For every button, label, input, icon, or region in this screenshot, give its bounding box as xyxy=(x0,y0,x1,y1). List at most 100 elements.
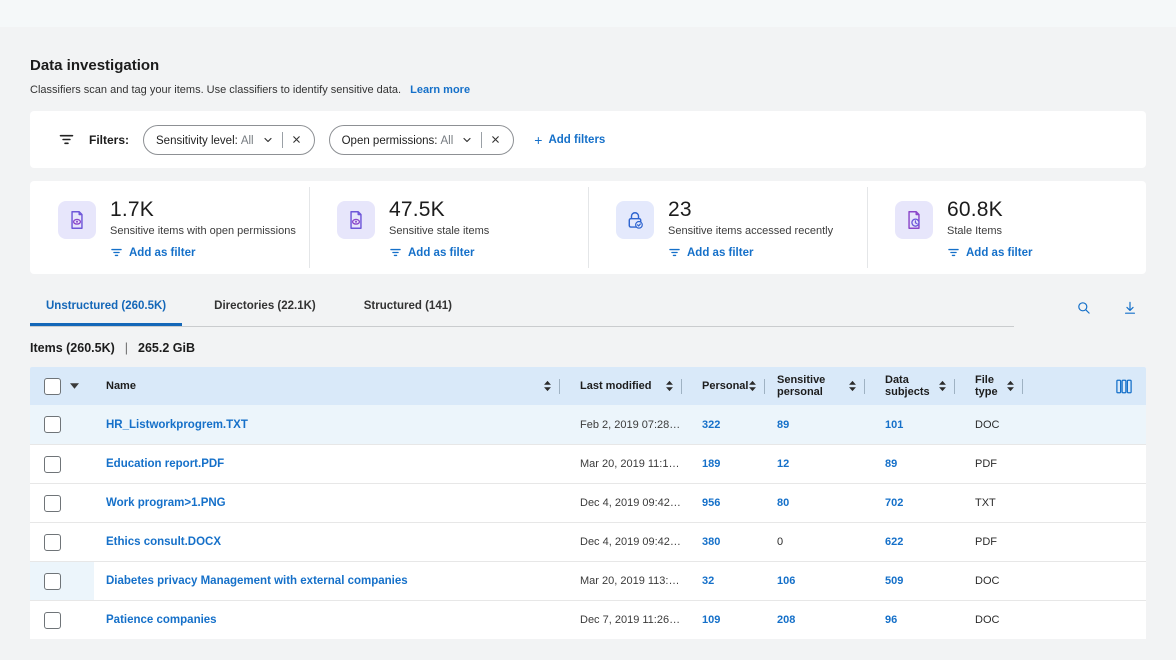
sensitive-count-link[interactable]: 80 xyxy=(777,497,789,509)
plus-icon: + xyxy=(534,132,542,148)
file-type-cell: TXT xyxy=(963,497,1031,509)
sort-icon[interactable] xyxy=(665,380,674,392)
table-row[interactable]: Ethics consult.DOCX Dec 4, 2019 09:42 PM… xyxy=(30,522,1146,561)
filter-chip-sensitivity[interactable]: Sensitivity level:All xyxy=(143,125,315,155)
sensitive-count-link[interactable]: 89 xyxy=(777,419,789,431)
column-divider xyxy=(864,379,865,394)
header-checkbox-cell xyxy=(30,367,94,405)
row-checkbox[interactable] xyxy=(44,456,61,473)
sensitive-count-link[interactable]: 106 xyxy=(777,575,795,587)
filters-label: Filters: xyxy=(89,133,129,147)
data-subjects-link[interactable]: 509 xyxy=(885,575,903,587)
column-header-file-type[interactable]: File type xyxy=(963,367,1031,405)
sensitive-count-link[interactable]: 12 xyxy=(777,458,789,470)
lock-check-icon xyxy=(616,201,654,239)
table-row[interactable]: Work program>1.PNG Dec 4, 2019 09:42 PM … xyxy=(30,483,1146,522)
column-header-name[interactable]: Name xyxy=(94,367,568,405)
tab-unstructured[interactable]: Unstructured (260.5K) xyxy=(30,288,182,326)
sort-icon[interactable] xyxy=(543,380,552,392)
sensitive-document-icon xyxy=(337,201,375,239)
row-checkbox[interactable] xyxy=(44,534,61,551)
last-modified-cell: Dec 7, 2019 11:26 PM xyxy=(568,614,690,626)
last-modified-cell: Dec 4, 2019 09:42 PM xyxy=(568,536,690,548)
chip-value: All xyxy=(241,135,254,147)
personal-count-link[interactable]: 956 xyxy=(702,497,720,509)
stat-label: Sensitive items accessed recently xyxy=(668,225,833,237)
column-header-personal[interactable]: Personal xyxy=(690,367,765,405)
row-checkbox[interactable] xyxy=(44,612,61,629)
personal-count-link[interactable]: 189 xyxy=(702,458,720,470)
file-name-link[interactable]: HR_Listworkprogrem.TXT xyxy=(106,419,248,431)
column-header-sensitive-personal[interactable]: Sensitive personal xyxy=(765,367,873,405)
learn-more-link[interactable]: Learn more xyxy=(410,84,470,96)
tabs-row: Unstructured (260.5K) Directories (22.1K… xyxy=(30,288,1146,327)
row-checkbox[interactable] xyxy=(44,416,61,433)
sort-icon[interactable] xyxy=(748,380,757,392)
tab-list: Unstructured (260.5K) Directories (22.1K… xyxy=(30,288,1014,327)
file-name-link[interactable]: Work program>1.PNG xyxy=(106,497,226,509)
columns-icon[interactable] xyxy=(1116,379,1132,394)
sensitive-count-link[interactable]: 0 xyxy=(777,536,783,548)
file-name-link[interactable]: Education report.PDF xyxy=(106,458,224,470)
add-filters-button[interactable]: + Add filters xyxy=(534,132,605,148)
filters-bar: Filters: Sensitivity level:All Open perm… xyxy=(30,111,1146,168)
table-row[interactable]: HR_Listworkprogrem.TXT Feb 2, 2019 07:28… xyxy=(30,405,1146,444)
data-subjects-link[interactable]: 96 xyxy=(885,614,897,626)
table-row[interactable]: Education report.PDF Mar 20, 2019 11:14 … xyxy=(30,444,1146,483)
add-as-filter-link[interactable]: Add as filter xyxy=(389,246,474,259)
file-name-link[interactable]: Ethics consult.DOCX xyxy=(106,536,221,548)
sensitive-count-link[interactable]: 208 xyxy=(777,614,795,626)
column-divider xyxy=(681,379,682,394)
column-settings-cell xyxy=(1031,367,1146,405)
file-type-cell: DOC xyxy=(963,614,1031,626)
chip-value: All xyxy=(440,135,453,147)
personal-count-link[interactable]: 322 xyxy=(702,419,720,431)
page-title: Data investigation xyxy=(30,57,1146,74)
file-name-link[interactable]: Diabetes privacy Management with externa… xyxy=(106,575,408,587)
column-header-last-modified[interactable]: Last modified xyxy=(568,367,690,405)
row-checkbox[interactable] xyxy=(44,495,61,512)
stale-document-icon xyxy=(895,201,933,239)
column-header-data-subjects[interactable]: Data subjects xyxy=(873,367,963,405)
select-all-checkbox[interactable] xyxy=(44,378,61,395)
tab-structured[interactable]: Structured (141) xyxy=(348,288,468,326)
chip-label: Open permissions: xyxy=(342,135,438,147)
dropdown-caret-icon[interactable] xyxy=(70,383,79,389)
data-subjects-link[interactable]: 702 xyxy=(885,497,903,509)
tab-directories[interactable]: Directories (22.1K) xyxy=(198,288,332,326)
add-as-filter-link[interactable]: Add as filter xyxy=(947,246,1032,259)
download-icon[interactable] xyxy=(1122,300,1138,316)
items-summary: Items (260.5K) | 265.2 GiB xyxy=(30,341,1146,355)
close-icon[interactable] xyxy=(291,134,302,145)
filter-funnel-icon xyxy=(58,131,75,148)
chevron-down-icon[interactable] xyxy=(461,134,473,146)
table-row[interactable]: Diabetes privacy Management with externa… xyxy=(30,561,1146,600)
stat-card-stale-sensitive: 47.5K Sensitive stale items Add as filte… xyxy=(309,181,588,274)
personal-count-link[interactable]: 380 xyxy=(702,536,720,548)
sort-icon[interactable] xyxy=(1006,380,1015,392)
sort-icon[interactable] xyxy=(938,380,947,392)
stat-value: 60.8K xyxy=(947,198,1032,222)
add-as-filter-link[interactable]: Add as filter xyxy=(668,246,753,259)
search-icon[interactable] xyxy=(1076,300,1092,316)
close-icon[interactable] xyxy=(490,134,501,145)
items-separator: | xyxy=(125,341,128,355)
stats-panel: 1.7K Sensitive items with open permissio… xyxy=(30,181,1146,274)
sensitive-document-icon xyxy=(58,201,96,239)
personal-count-link[interactable]: 32 xyxy=(702,575,714,587)
stat-value: 23 xyxy=(668,198,833,222)
data-subjects-link[interactable]: 89 xyxy=(885,458,897,470)
personal-count-link[interactable]: 109 xyxy=(702,614,720,626)
items-size: 265.2 GiB xyxy=(138,341,195,355)
file-name-link[interactable]: Patience companies xyxy=(106,614,217,626)
data-subjects-link[interactable]: 622 xyxy=(885,536,903,548)
table-header-row: Name Last modified Personal Sensitive pe… xyxy=(30,367,1146,405)
row-checkbox[interactable] xyxy=(44,573,61,590)
filter-chip-open-permissions[interactable]: Open permissions:All xyxy=(329,125,515,155)
table-row[interactable]: Patience companies Dec 7, 2019 11:26 PM … xyxy=(30,600,1146,639)
data-subjects-link[interactable]: 101 xyxy=(885,419,903,431)
chevron-down-icon[interactable] xyxy=(262,134,274,146)
sort-icon[interactable] xyxy=(848,380,857,392)
add-as-filter-link[interactable]: Add as filter xyxy=(110,246,195,259)
stat-card-stale-items: 60.8K Stale Items Add as filter xyxy=(867,181,1146,274)
